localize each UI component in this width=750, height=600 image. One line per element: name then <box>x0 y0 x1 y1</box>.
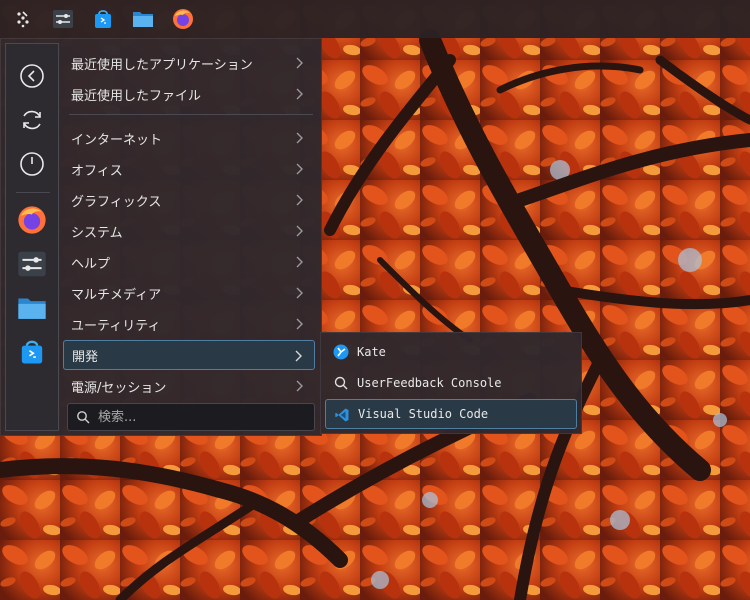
category-system[interactable]: システム <box>63 216 315 246</box>
category-power-session[interactable]: 電源/セッション <box>63 371 315 401</box>
category-label: ユーティリティ <box>71 318 161 334</box>
chevron-right-icon <box>296 194 303 206</box>
favorite-discover[interactable] <box>12 332 52 372</box>
category-label: インターネット <box>71 132 163 148</box>
chevron-right-icon <box>296 318 303 330</box>
favorites-rail <box>5 43 59 431</box>
category-separator <box>69 114 313 115</box>
search-icon <box>77 411 90 424</box>
firefox-icon <box>18 206 46 234</box>
restart-icon <box>23 110 41 130</box>
recent-files-label: 最近使用したファイル <box>71 88 202 104</box>
category-label: マルチメディア <box>71 287 162 303</box>
system-settings-icon <box>53 10 73 28</box>
app-kate[interactable]: Kate <box>325 337 577 367</box>
application-launcher-button[interactable] <box>4 0 42 38</box>
system-settings-button[interactable] <box>44 0 82 38</box>
app-label: Kate <box>357 345 386 359</box>
app-label: UserFeedback Console <box>357 376 502 390</box>
chevron-right-icon <box>296 225 303 237</box>
app-userfeedback-console[interactable]: UserFeedback Console <box>325 368 577 398</box>
recent-applications-item[interactable]: 最近使用したアプリケーション <box>63 48 315 78</box>
rail-separator <box>16 192 50 193</box>
application-launcher-icon <box>17 11 29 28</box>
file-manager-button[interactable] <box>124 0 162 38</box>
firefox-icon <box>173 9 193 29</box>
search-icon <box>334 376 348 390</box>
application-menu: 最近使用したアプリケーション 最近使用したファイル インターネット オフィス グ… <box>0 38 322 436</box>
favorite-file-manager[interactable] <box>12 288 52 328</box>
search-input[interactable] <box>96 408 300 426</box>
category-development[interactable]: 開発 <box>63 340 315 370</box>
category-label: グラフィックス <box>71 194 162 210</box>
chevron-right-icon <box>296 88 303 100</box>
category-internet[interactable]: インターネット <box>63 123 315 153</box>
category-utilities[interactable]: ユーティリティ <box>63 309 315 339</box>
favorite-system-settings[interactable] <box>12 244 52 284</box>
kate-icon <box>333 344 349 360</box>
category-office[interactable]: オフィス <box>63 154 315 184</box>
category-label: 開発 <box>72 349 99 365</box>
vscode-icon <box>335 408 349 422</box>
category-label: 電源/セッション <box>71 380 167 396</box>
app-visual-studio-code[interactable]: Visual Studio Code <box>325 399 577 429</box>
firefox-button[interactable] <box>164 0 202 38</box>
recent-files-item[interactable]: 最近使用したファイル <box>63 79 315 109</box>
category-label: システム <box>71 225 123 241</box>
chevron-right-icon <box>296 163 303 175</box>
category-help[interactable]: ヘルプ <box>63 247 315 277</box>
file-manager-icon <box>133 12 153 27</box>
category-label: オフィス <box>71 163 123 179</box>
top-panel <box>0 0 750 38</box>
chevron-right-icon <box>295 350 302 362</box>
category-multimedia[interactable]: マルチメディア <box>63 278 315 308</box>
back-button[interactable] <box>12 56 52 96</box>
favorite-firefox[interactable] <box>12 200 52 240</box>
app-label: Visual Studio Code <box>358 407 489 421</box>
category-label: ヘルプ <box>71 256 111 272</box>
recent-applications-label: 最近使用したアプリケーション <box>71 57 253 73</box>
chevron-right-icon <box>296 256 303 268</box>
chevron-right-icon <box>296 380 303 392</box>
discover-store-icon <box>21 340 43 364</box>
search-field[interactable] <box>67 403 315 431</box>
development-submenu: Kate UserFeedback Console Visual Studio … <box>320 332 582 434</box>
discover-store-button[interactable] <box>84 0 122 38</box>
chevron-right-icon <box>296 57 303 69</box>
chevron-right-icon <box>296 132 303 144</box>
system-settings-icon <box>18 251 46 277</box>
power-icon <box>20 152 44 176</box>
power-button[interactable] <box>12 144 52 184</box>
chevron-right-icon <box>296 287 303 299</box>
file-manager-icon <box>18 298 46 319</box>
restart-button[interactable] <box>12 100 52 140</box>
back-icon <box>20 64 44 88</box>
discover-store-icon <box>95 10 111 28</box>
category-graphics[interactable]: グラフィックス <box>63 185 315 215</box>
